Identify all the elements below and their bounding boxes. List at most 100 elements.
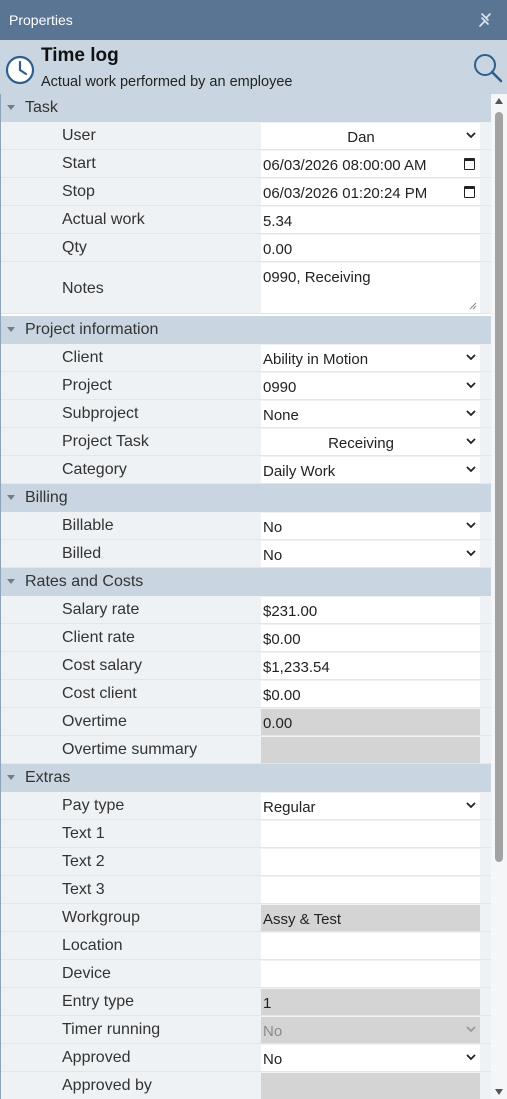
chevron-down-icon [466,438,476,445]
location-input[interactable] [261,933,480,959]
chevron-down-icon [466,466,476,473]
pay-type-label: Pay type [62,797,125,814]
text-3-input[interactable] [261,877,480,903]
overtime-summary-field [261,737,480,763]
overtime-summary-label: Overtime summary [62,741,198,758]
vertical-scrollbar[interactable] [491,94,507,1099]
stop-datetime-input[interactable]: 06/03/2026 01:20:24 PM [261,179,480,205]
section-extras[interactable]: Extras [1,764,491,792]
salary-rate-value: $231.00 [263,603,318,620]
section-project-information[interactable]: Project information [1,316,491,344]
start-datetime-input[interactable]: 06/03/2026 08:00:00 AM [261,151,480,177]
scroll-up-arrow-icon[interactable] [495,98,503,104]
billed-select[interactable]: No [261,541,480,567]
start-label: Start [62,155,96,172]
row-start: Start 06/03/2026 08:00:00 AM [1,150,491,178]
row-overtime: Overtime 0.00 [1,708,491,736]
salary-rate-input[interactable]: $231.00 [261,597,480,623]
resize-handle-icon[interactable] [469,302,477,310]
section-billing[interactable]: Billing [1,484,491,512]
row-timer-running: Timer running No [1,1016,491,1044]
text-3-label: Text 3 [62,881,105,898]
actual-work-input[interactable]: 5.34 [261,207,480,233]
project-label: Project [62,377,112,394]
salary-rate-label: Salary rate [62,601,140,618]
client-rate-label: Client rate [62,629,135,646]
cost-client-input[interactable]: $0.00 [261,681,480,707]
device-label: Device [62,965,111,982]
device-input[interactable] [261,961,480,987]
subproject-select[interactable]: None [261,401,480,427]
row-cost-salary: Cost salary $1,233.54 [1,652,491,680]
start-value: 06/03/2026 08:00:00 AM [263,157,427,174]
search-icon[interactable] [472,52,504,84]
project-select[interactable]: 0990 [261,373,480,399]
scroll-down-arrow-icon[interactable] [495,1089,503,1095]
location-label: Location [62,937,123,954]
project-task-value: Receiving [328,435,394,452]
pin-icon[interactable] [477,11,495,29]
text-1-input[interactable] [261,821,480,847]
text-2-input[interactable] [261,849,480,875]
row-location: Location [1,932,491,960]
chevron-down-icon [466,1054,476,1061]
entry-type-value: 1 [263,995,272,1012]
overtime-label: Overtime [62,713,127,730]
row-workgroup: Workgroup Assy & Test [1,904,491,932]
property-grid: Task User Dan Start 06/03/2026 08:00:00 … [0,94,491,1099]
category-select[interactable]: Daily Work [261,457,480,483]
cost-client-label: Cost client [62,685,137,702]
record-subtitle: Actual work performed by an employee [41,74,293,90]
client-select[interactable]: Ability in Motion [261,345,480,371]
category-value: Daily Work [263,463,336,480]
workgroup-field: Assy & Test [261,905,480,931]
workgroup-label: Workgroup [62,909,140,926]
record-title: Time log [41,45,119,66]
approved-select[interactable]: No [261,1045,480,1071]
project-task-label: Project Task [62,433,149,450]
row-user: User Dan [1,122,491,150]
user-select[interactable]: Dan [261,123,480,149]
billable-select[interactable]: No [261,513,480,539]
stop-value: 06/03/2026 01:20:24 PM [263,185,428,202]
chevron-down-icon [7,775,15,780]
panel-titlebar: Properties [0,0,507,40]
qty-label: Qty [62,239,87,256]
timer-running-label: Timer running [62,1021,161,1038]
client-rate-input[interactable]: $0.00 [261,625,480,651]
client-value: Ability in Motion [263,351,369,368]
chevron-down-icon [466,410,476,417]
approved-by-field [261,1073,480,1099]
row-pay-type: Pay type Regular [1,792,491,820]
row-subproject: Subproject None [1,400,491,428]
user-label: User [62,127,96,144]
panel-title: Properties [9,12,73,28]
row-approved-by: Approved by [1,1072,491,1099]
text-2-label: Text 2 [62,853,105,870]
notes-textarea[interactable]: 0990, Receiving [261,263,480,313]
qty-input[interactable]: 0.00 [261,235,480,261]
scrollbar-thumb[interactable] [495,112,503,862]
subproject-value: None [263,407,299,424]
pay-type-value: Regular [263,799,316,816]
clock-icon [5,55,35,85]
chevron-down-icon [466,1026,476,1033]
client-rate-value: $0.00 [263,631,301,648]
section-task[interactable]: Task [1,94,491,122]
row-project: Project 0990 [1,372,491,400]
approved-value: No [263,1051,283,1068]
notes-label: Notes [62,280,104,297]
calendar-icon[interactable] [464,158,475,170]
cost-salary-input[interactable]: $1,233.54 [261,653,480,679]
category-label: Category [62,461,127,478]
calendar-icon[interactable] [464,186,475,198]
section-rates-and-costs[interactable]: Rates and Costs [1,568,491,596]
section-label: Rates and Costs [25,573,144,590]
project-task-select[interactable]: Receiving [261,429,480,455]
overtime-value: 0.00 [263,715,293,732]
entry-type-field: 1 [261,989,480,1015]
pay-type-select[interactable]: Regular [261,793,480,819]
workgroup-value: Assy & Test [263,911,342,928]
row-qty: Qty 0.00 [1,234,491,262]
cost-salary-value: $1,233.54 [263,659,330,676]
